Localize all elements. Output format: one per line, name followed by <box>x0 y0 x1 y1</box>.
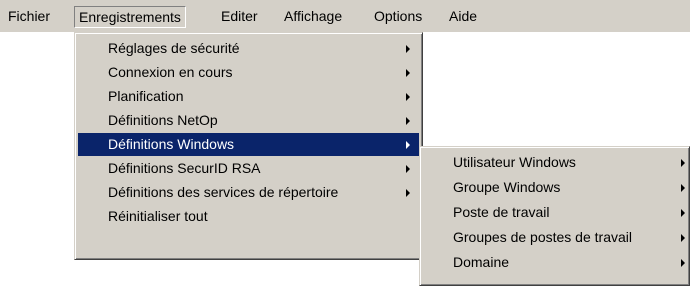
menu-fichier[interactable]: Fichier <box>4 6 54 28</box>
submenu-item-utilisateur-windows[interactable]: Utilisateur Windows <box>423 151 686 174</box>
menu-item-label: Définitions NetOp <box>108 112 218 128</box>
arrow-right-icon <box>681 159 685 167</box>
submenu-item-label: Domaine <box>453 254 510 270</box>
submenu-item-label: Poste de travail <box>453 204 550 220</box>
menu-item-label: Définitions SecurID RSA <box>108 160 261 176</box>
menu-options[interactable]: Options <box>370 6 426 28</box>
arrow-right-icon <box>681 184 685 192</box>
menu-item-definitions-securid-rsa[interactable]: Définitions SecurID RSA <box>78 157 419 180</box>
submenu-item-groupe-windows[interactable]: Groupe Windows <box>423 176 686 199</box>
menu-item-label: Réinitialiser tout <box>108 208 208 224</box>
menu-item-label: Réglages de sécurité <box>108 40 240 56</box>
menu-item-definitions-windows[interactable]: Définitions Windows <box>78 133 419 156</box>
menu-item-reinitialiser-tout[interactable]: Réinitialiser tout <box>78 205 419 228</box>
menu-item-connexion-en-cours[interactable]: Connexion en cours <box>78 61 419 84</box>
menu-editer[interactable]: Editer <box>217 6 262 28</box>
arrow-right-icon <box>681 234 685 242</box>
arrow-right-icon <box>406 69 410 77</box>
arrow-right-icon <box>681 209 685 217</box>
menu-item-definitions-services-repertoire[interactable]: Définitions des services de répertoire <box>78 181 419 204</box>
menu-enregistrements[interactable]: Enregistrements <box>74 6 186 28</box>
menu-item-definitions-netop[interactable]: Définitions NetOp <box>78 109 419 132</box>
enregistrements-dropdown: Réglages de sécurité Connexion en cours … <box>74 32 423 260</box>
menu-item-label: Définitions Windows <box>108 136 235 152</box>
arrow-right-icon <box>406 117 410 125</box>
submenu-item-poste-de-travail[interactable]: Poste de travail <box>423 201 686 224</box>
arrow-right-icon <box>406 165 410 173</box>
arrow-right-icon <box>406 141 410 149</box>
menu-aide[interactable]: Aide <box>445 6 481 28</box>
submenu-item-groupes-postes-travail[interactable]: Groupes de postes de travail <box>423 226 686 249</box>
submenu-item-label: Groupes de postes de travail <box>453 229 632 245</box>
arrow-right-icon <box>681 259 685 267</box>
arrow-right-icon <box>406 189 410 197</box>
submenu-item-domaine[interactable]: Domaine <box>423 251 686 274</box>
submenu-item-label: Utilisateur Windows <box>453 154 576 170</box>
menu-bar: Fichier Enregistrements Editer Affichage… <box>0 0 690 32</box>
arrow-right-icon <box>406 45 410 53</box>
submenu-item-label: Groupe Windows <box>453 179 561 195</box>
menu-item-reglages-securite[interactable]: Réglages de sécurité <box>78 37 419 60</box>
menu-item-label: Définitions des services de répertoire <box>108 184 339 200</box>
menu-item-label: Connexion en cours <box>108 64 233 80</box>
windows-submenu: Utilisateur Windows Groupe Windows Poste… <box>419 146 690 286</box>
menu-item-label: Planification <box>108 88 184 104</box>
arrow-right-icon <box>406 93 410 101</box>
menu-affichage[interactable]: Affichage <box>280 6 346 28</box>
menu-item-planification[interactable]: Planification <box>78 85 419 108</box>
